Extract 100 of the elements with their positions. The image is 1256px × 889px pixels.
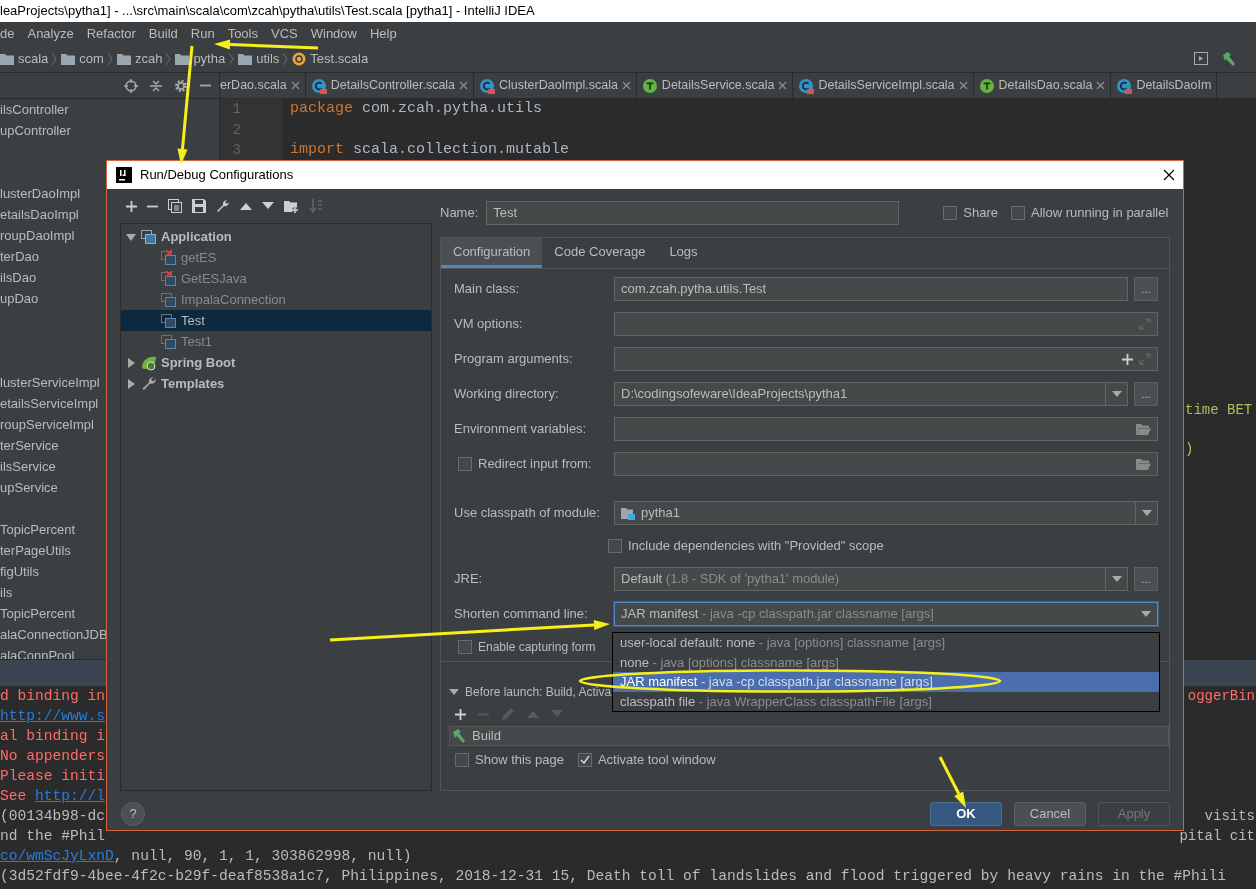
browse-button[interactable]: ...: [1134, 382, 1158, 406]
editor-tab[interactable]: DetailsController.scala: [305, 73, 475, 98]
field-label: Environment variables:: [454, 420, 588, 439]
editor-tab[interactable]: erDao.scala: [220, 73, 306, 98]
collapse-arrow-icon[interactable]: [449, 687, 459, 697]
tab-label[interactable]: ClusterDaoImpl.scala: [499, 76, 618, 95]
move-up-icon[interactable]: [240, 202, 252, 210]
checkbox[interactable]: [458, 640, 472, 654]
breadcrumb[interactable]: zcah: [134, 48, 163, 69]
collapse-icon[interactable]: [150, 78, 162, 93]
caret-icon[interactable]: [1111, 391, 1122, 397]
tree-item[interactable]: upController: [0, 120, 219, 141]
link[interactable]: co/wmScJyLxnD: [0, 848, 114, 864]
breadcrumb[interactable]: com: [79, 48, 104, 69]
tree-item[interactable]: Test1: [121, 331, 431, 352]
breadcrumb[interactable]: utils: [256, 48, 280, 69]
browse-button[interactable]: ...: [1134, 277, 1158, 301]
menu-item[interactable]: Refactor: [86, 23, 136, 44]
menu-item[interactable]: de: [0, 23, 15, 44]
menu-item[interactable]: Help: [370, 23, 397, 44]
class-icon: [479, 77, 496, 94]
breadcrumb[interactable]: Test.scala: [310, 48, 369, 69]
breadcrumb[interactable]: scala: [18, 48, 49, 69]
menu-item[interactable]: VCS: [271, 23, 298, 44]
expand-arrow-icon[interactable]: [125, 356, 137, 369]
tree-item[interactable]: getES: [121, 247, 431, 268]
tree-item[interactable]: Application: [121, 226, 431, 247]
input-field[interactable]: [614, 312, 1158, 336]
input-field[interactable]: Default (1.8 - SDK of 'pytha1' module): [614, 567, 1128, 591]
settings-icon[interactable]: [174, 78, 188, 93]
editor-tab[interactable]: ClusterDaoImpl.scala: [474, 73, 637, 98]
copy-icon[interactable]: [168, 199, 182, 213]
link[interactable]: http://l: [35, 788, 106, 804]
menu-item[interactable]: Build: [148, 23, 178, 44]
tab-label[interactable]: DetailsServiceImpl.scala: [818, 76, 955, 95]
save-icon[interactable]: [192, 199, 206, 213]
tab-label[interactable]: erDao.scala: [220, 76, 287, 95]
input-field[interactable]: com.zcah.pytha.utils.Test: [614, 277, 1128, 301]
dropdown[interactable]: JAR manifest - java -cp classpath.jar classname [args]: [614, 602, 1158, 626]
input-field[interactable]: [614, 417, 1158, 441]
expand-arrow-icon[interactable]: [125, 377, 137, 390]
menu-item[interactable]: Analyze: [27, 23, 74, 44]
checkbox-label: Enable capturing form: [478, 639, 596, 656]
plus-icon[interactable]: [455, 708, 466, 720]
tab[interactable]: Configuration: [441, 238, 543, 268]
checkbox[interactable]: [455, 753, 469, 767]
locate-icon[interactable]: [124, 78, 138, 93]
plus-icon[interactable]: [126, 200, 137, 212]
caret-icon[interactable]: [1141, 611, 1151, 617]
tree-item[interactable]: Test: [121, 310, 431, 331]
close-icon[interactable]: [1163, 169, 1175, 181]
input-field[interactable]: D:\codingsofeware\IdeaProjects\pytha1: [614, 382, 1128, 406]
browse-button[interactable]: ...: [1134, 567, 1158, 591]
tree-item[interactable]: Templates: [121, 373, 431, 394]
tab[interactable]: Logs: [657, 238, 710, 268]
hammer-icon[interactable]: [1220, 50, 1237, 67]
tree-item[interactable]: GetESJava: [121, 268, 431, 289]
tree-item[interactable]: ImpalaConnection: [121, 289, 431, 310]
checkbox[interactable]: [458, 457, 472, 471]
checkbox[interactable]: [577, 753, 592, 767]
folder-icon[interactable]: [1136, 458, 1151, 470]
input-field[interactable]: [614, 347, 1158, 371]
input-field[interactable]: pytha1: [614, 501, 1158, 525]
tab-label[interactable]: DetailsDao.scala: [998, 76, 1093, 95]
ok-button[interactable]: OK: [930, 802, 1002, 826]
wrench-icon[interactable]: [216, 199, 230, 213]
name-field[interactable]: Test: [486, 201, 900, 225]
tab-label[interactable]: DetailsDaoIm: [1136, 76, 1212, 95]
task-row[interactable]: Build: [449, 726, 1169, 746]
new-folder-icon[interactable]: [284, 199, 299, 213]
editor-tab[interactable]: DetailsServiceImpl.scala: [793, 73, 974, 98]
menu-item[interactable]: Tools: [227, 23, 258, 44]
tab-label[interactable]: DetailsService.scala: [661, 76, 775, 95]
folder-icon[interactable]: [1136, 423, 1151, 435]
caret-icon[interactable]: [1111, 576, 1122, 582]
breadcrumb[interactable]: pytha: [193, 48, 226, 69]
dropdown-option[interactable]: none - java [options] classname [args]: [613, 652, 1159, 672]
dropdown-option[interactable]: user-local default: none - java [options] classname [args]: [613, 633, 1159, 653]
run-config-icon[interactable]: [1193, 52, 1208, 65]
checkbox[interactable]: [943, 206, 958, 220]
move-down-icon[interactable]: [262, 202, 274, 210]
editor-tab[interactable]: DetailsDaoIm: [1111, 73, 1218, 98]
input-field[interactable]: [614, 452, 1158, 476]
menu-item[interactable]: Run: [190, 23, 215, 44]
tab-label[interactable]: DetailsController.scala: [330, 76, 456, 95]
plus-icon[interactable]: [1122, 353, 1133, 365]
help-button[interactable]: ?: [121, 802, 145, 826]
checkbox[interactable]: [1011, 206, 1025, 220]
tab[interactable]: Code Coverage: [542, 238, 658, 268]
tree-item[interactable]: ilsController: [0, 99, 219, 120]
menu-item[interactable]: Window: [310, 23, 357, 44]
folder-icon: [0, 52, 14, 65]
editor-tab[interactable]: DetailsDao.scala: [973, 73, 1112, 98]
link[interactable]: http://www.s: [0, 708, 106, 724]
checkbox[interactable]: [608, 539, 622, 553]
caret-icon[interactable]: [1141, 510, 1152, 516]
dropdown-option[interactable]: classpath file - java WrapperClass classpathFile [args]: [613, 691, 1159, 711]
editor-tab[interactable]: DetailsService.scala: [636, 73, 794, 98]
cancel-button[interactable]: Cancel: [1014, 802, 1086, 826]
tree-item[interactable]: Spring Boot: [121, 352, 431, 373]
